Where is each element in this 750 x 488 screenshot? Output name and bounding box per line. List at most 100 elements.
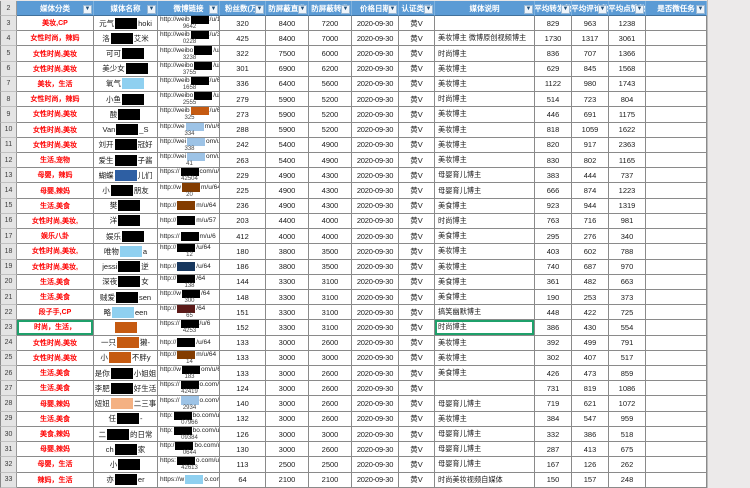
cell-category[interactable]: 生活,美食	[17, 275, 94, 290]
cell-category[interactable]: 女性时尚,美妆,	[17, 244, 94, 259]
cell-repost-price[interactable]: 6000	[309, 46, 352, 61]
cell-cert-type[interactable]: 黄V	[399, 123, 435, 138]
cell-media-description[interactable]: 美妆博主	[435, 351, 535, 366]
row-number[interactable]: 30	[0, 427, 17, 442]
cell-repost-price[interactable]: 3500	[309, 260, 352, 275]
cell-category[interactable]: 生活,美食	[17, 290, 94, 305]
cell-category[interactable]: 女性时尚,美妆	[17, 351, 94, 366]
cell-media-description[interactable]: 美食博主	[435, 229, 535, 244]
cell-cert-type[interactable]: 黄V	[399, 320, 435, 335]
cell-direct-post-price[interactable]: 3300	[266, 305, 309, 320]
cell-fans-count[interactable]: 279	[220, 92, 266, 107]
cell-direct-post-price[interactable]: 4900	[266, 199, 309, 214]
cell-category[interactable]: 女性时尚,美妆	[17, 336, 94, 351]
cell-avg-likes[interactable]: 959	[609, 412, 646, 427]
cell-avg-likes[interactable]: 3061	[609, 31, 646, 46]
cell-weibo-link[interactable]: http://weibo/u/393755	[158, 62, 220, 77]
cell-category[interactable]: 女性时尚,美妆	[17, 62, 94, 77]
cell-media-name[interactable]: 氧气	[94, 77, 158, 92]
cell-weibo-link[interactable]: https://com/u/642504	[158, 168, 220, 183]
cell-micro-task[interactable]	[646, 412, 707, 427]
cell-avg-comments[interactable]: 473	[572, 366, 609, 381]
column-header-3[interactable]: 微博链接▼	[158, 1, 220, 16]
cell-media-name[interactable]: 美少女	[94, 62, 158, 77]
row-number[interactable]: 4	[0, 31, 17, 46]
cell-media-name[interactable]: 略een	[94, 305, 158, 320]
row-number[interactable]: 14	[0, 183, 17, 198]
cell-category[interactable]: 女性时尚,美妆	[17, 46, 94, 61]
cell-media-description[interactable]: 美妆博主	[435, 412, 535, 427]
cell-cert-type[interactable]: 黄V	[399, 336, 435, 351]
cell-avg-likes[interactable]: 1319	[609, 199, 646, 214]
column-header-10[interactable]: 平均转发数▼	[535, 1, 572, 16]
cell-media-name[interactable]: 可可	[94, 46, 158, 61]
row-number[interactable]: 27	[0, 381, 17, 396]
column-header-9[interactable]: 媒体说明▼	[435, 1, 535, 16]
cell-weibo-link[interactable]: http://weibo/u/642555	[158, 92, 220, 107]
cell-fans-count[interactable]: 242	[220, 138, 266, 153]
cell-media-description[interactable]: 美食博主	[435, 290, 535, 305]
cell-avg-reposts[interactable]: 383	[535, 168, 572, 183]
cell-avg-comments[interactable]: 422	[572, 305, 609, 320]
cell-avg-reposts[interactable]: 392	[535, 336, 572, 351]
cell-avg-comments[interactable]: 845	[572, 62, 609, 77]
cell-media-name[interactable]: ch家	[94, 442, 158, 457]
cell-micro-task[interactable]	[646, 351, 707, 366]
cell-avg-comments[interactable]: 413	[572, 442, 609, 457]
row-number-header[interactable]: 2	[0, 1, 17, 16]
cell-cert-type[interactable]: 黄V	[399, 92, 435, 107]
cell-avg-comments[interactable]: 547	[572, 412, 609, 427]
cell-direct-post-price[interactable]: 3000	[266, 427, 309, 442]
row-number[interactable]: 15	[0, 199, 17, 214]
cell-media-name[interactable]: Van_S	[94, 123, 158, 138]
cell-media-name[interactable]: jessi逆	[94, 260, 158, 275]
cell-repost-price[interactable]: 2500	[309, 457, 352, 472]
column-header-2[interactable]: 媒体名称▼	[94, 1, 158, 16]
cell-micro-task[interactable]	[646, 183, 707, 198]
cell-price-date[interactable]: 2020-09-30	[352, 77, 399, 92]
cell-weibo-link[interactable]: http://weibo/u/393238	[158, 46, 220, 61]
cell-direct-post-price[interactable]: 4900	[266, 183, 309, 198]
cell-direct-post-price[interactable]: 3000	[266, 351, 309, 366]
cell-avg-likes[interactable]: 1622	[609, 123, 646, 138]
row-number[interactable]: 9	[0, 107, 17, 122]
cell-cert-type[interactable]: 黄V	[399, 457, 435, 472]
cell-micro-task[interactable]	[646, 260, 707, 275]
cell-price-date[interactable]: 2020-09-30	[352, 427, 399, 442]
cell-direct-post-price[interactable]: 2100	[266, 473, 309, 488]
row-number[interactable]: 29	[0, 412, 17, 427]
cell-fans-count[interactable]: 203	[220, 214, 266, 229]
cell-micro-task[interactable]	[646, 244, 707, 259]
cell-avg-reposts[interactable]: 923	[535, 199, 572, 214]
cell-cert-type[interactable]: 黄V	[399, 244, 435, 259]
cell-cert-type[interactable]: 黄V	[399, 138, 435, 153]
row-number[interactable]: 32	[0, 457, 17, 472]
cell-avg-comments[interactable]: 126	[572, 457, 609, 472]
cell-fans-count[interactable]: 288	[220, 123, 266, 138]
cell-avg-comments[interactable]: 1317	[572, 31, 609, 46]
row-number[interactable]: 6	[0, 62, 17, 77]
cell-micro-task[interactable]	[646, 366, 707, 381]
cell-micro-task[interactable]	[646, 46, 707, 61]
cell-avg-likes[interactable]: 262	[609, 457, 646, 472]
cell-media-description[interactable]: 美妆博主	[435, 260, 535, 275]
cell-weibo-link[interactable]: https://o.com/u/642419	[158, 381, 220, 396]
cell-cert-type[interactable]: 黄V	[399, 351, 435, 366]
cell-weibo-link[interactable]: http://m/u/57	[158, 214, 220, 229]
cell-avg-comments[interactable]: 444	[572, 168, 609, 183]
cell-direct-post-price[interactable]: 3000	[266, 366, 309, 381]
cell-media-name[interactable]: 娱乐	[94, 229, 158, 244]
filter-dropdown-icon[interactable]: ▼	[635, 5, 644, 14]
cell-avg-reposts[interactable]: 403	[535, 244, 572, 259]
cell-category[interactable]: 女性时尚，辣妈	[17, 31, 94, 46]
cell-category[interactable]: 母婴,辣妈	[17, 183, 94, 198]
cell-avg-comments[interactable]: 253	[572, 290, 609, 305]
cell-fans-count[interactable]: 301	[220, 62, 266, 77]
cell-price-date[interactable]: 2020-09-30	[352, 199, 399, 214]
cell-cert-type[interactable]: 黄V	[399, 168, 435, 183]
cell-avg-reposts[interactable]: 719	[535, 396, 572, 411]
cell-category[interactable]: 生活,美食	[17, 366, 94, 381]
cell-fans-count[interactable]: 133	[220, 366, 266, 381]
cell-weibo-link[interactable]: http://wom/u/64183	[158, 366, 220, 381]
cell-price-date[interactable]: 2020-09-30	[352, 229, 399, 244]
